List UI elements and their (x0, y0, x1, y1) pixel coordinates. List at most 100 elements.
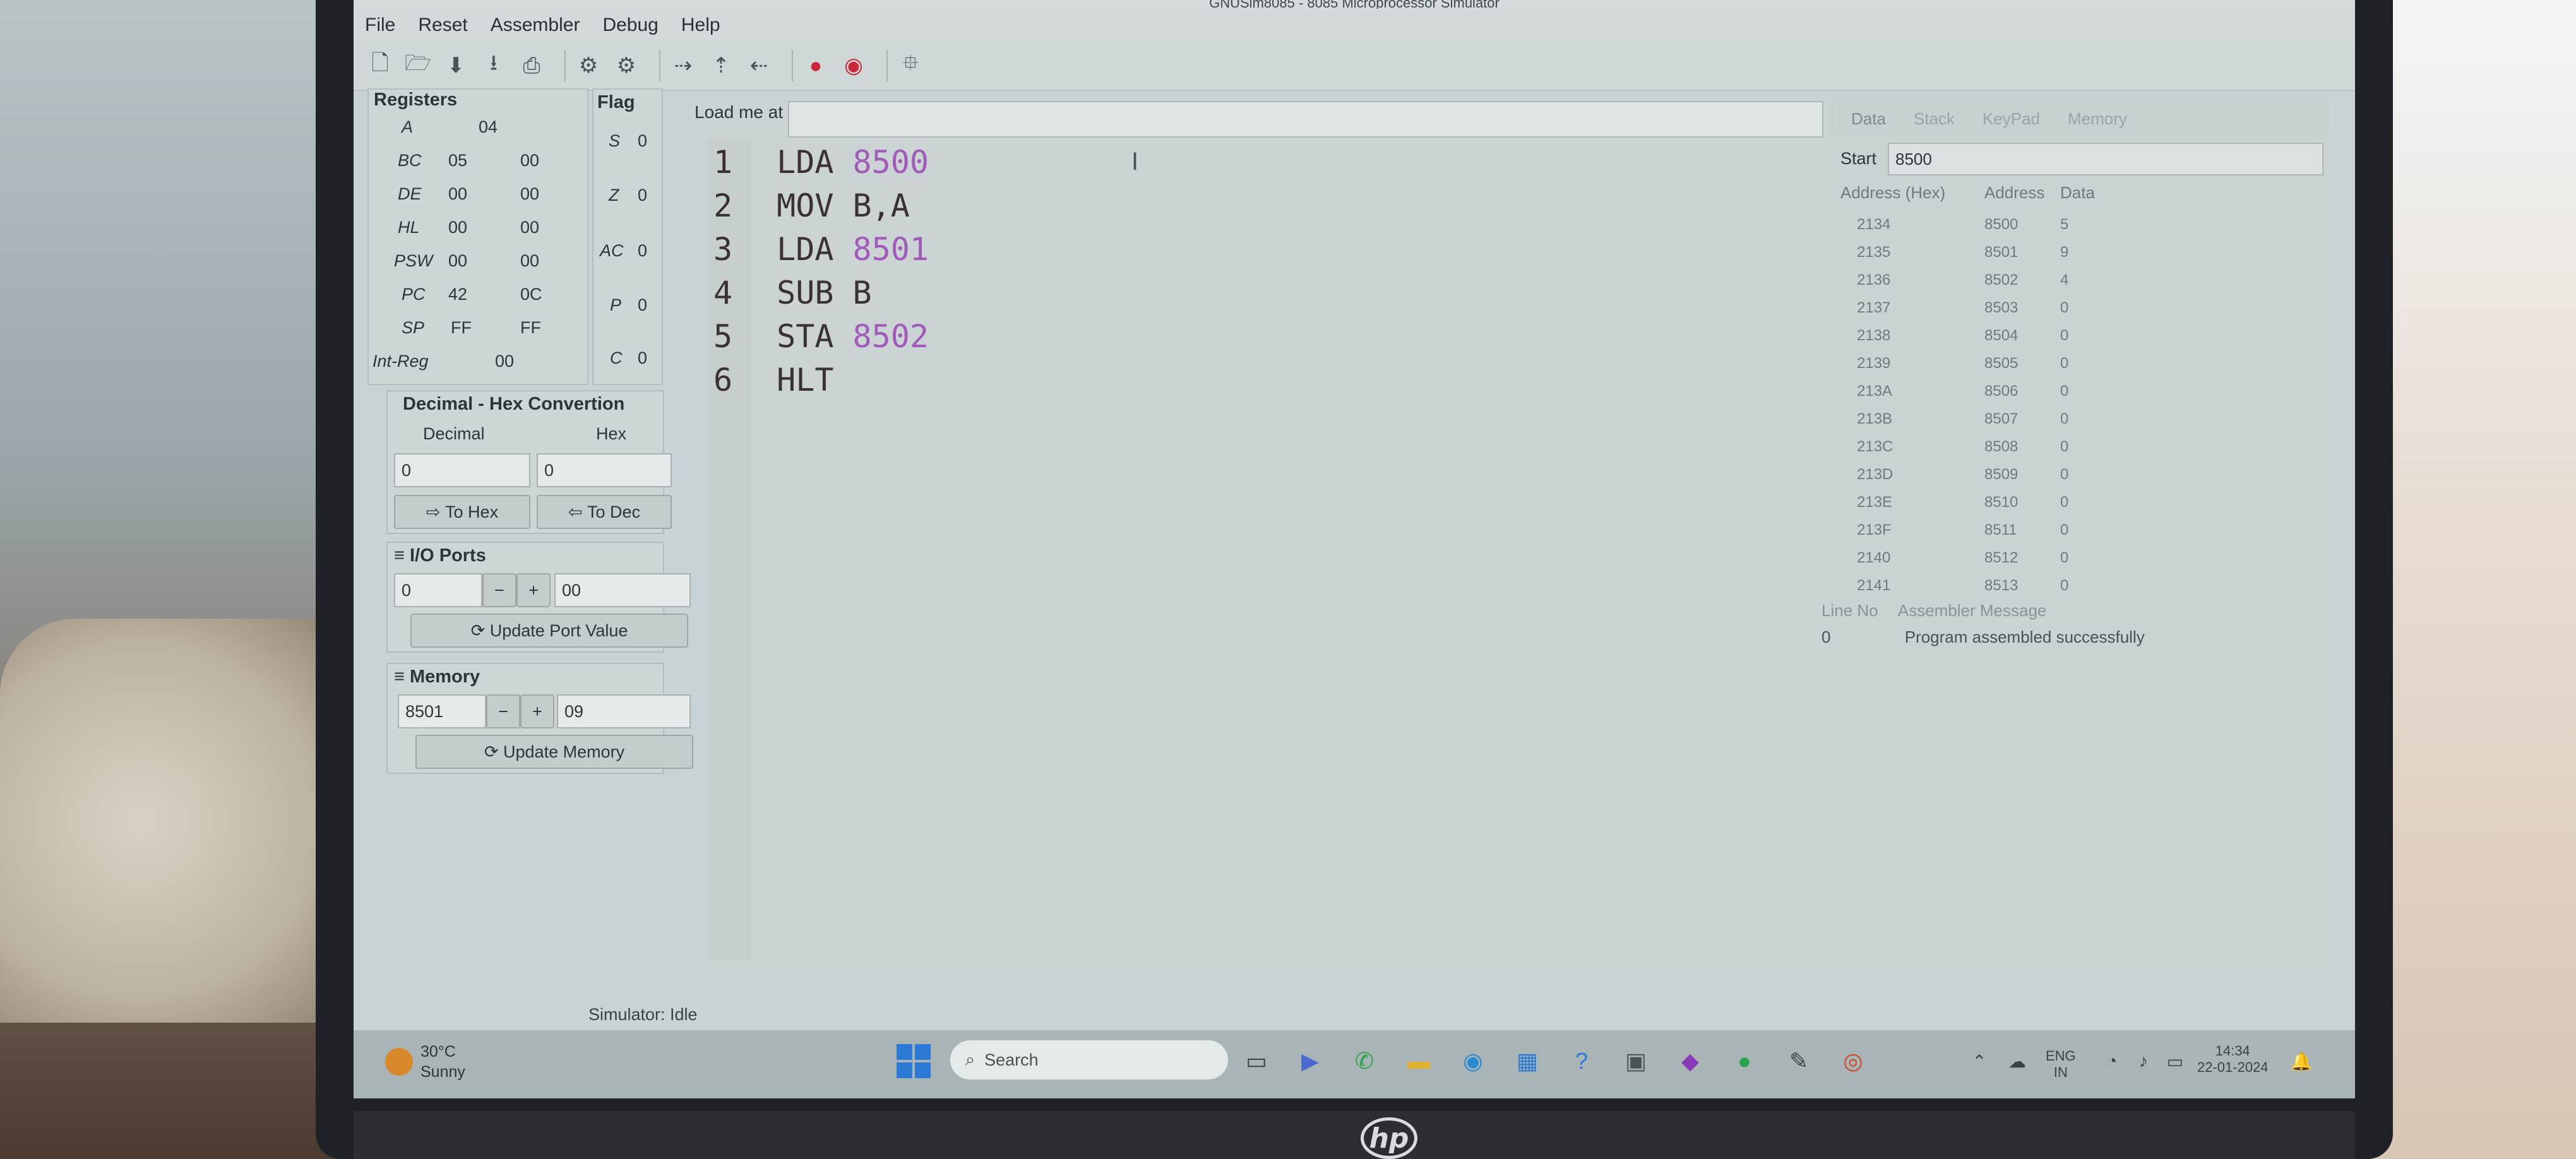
language-indicator[interactable]: ENG IN (2046, 1048, 2076, 1081)
update-memory-button[interactable]: ⟳ Update Memory (415, 735, 693, 769)
clock[interactable]: 14:34 22-01-2024 (2197, 1043, 2269, 1076)
step-out-icon[interactable]: ⇠ (745, 52, 773, 80)
chevron-up-icon[interactable]: ⌃ (1964, 1045, 1995, 1077)
weather-widget[interactable]: 30°C Sunny (385, 1043, 499, 1087)
cell-hex-address: 2139 (1857, 355, 1891, 372)
table-row[interactable]: 2136 8502 4 (1840, 271, 2323, 299)
meet-icon[interactable]: ▶ (1294, 1045, 1326, 1077)
breakpoint-icon[interactable]: ● (802, 52, 830, 80)
toolbar-separator (564, 50, 566, 81)
edge-icon[interactable]: ◉ (1457, 1045, 1489, 1077)
open-file-icon[interactable]: 🗁 (404, 51, 432, 80)
memory-increment-button[interactable]: + (520, 694, 554, 728)
step-in-icon[interactable]: ⇢ (669, 52, 697, 80)
arrow-left-icon: ⇦ (568, 502, 588, 521)
whatsapp-icon[interactable]: ✆ (1349, 1045, 1380, 1077)
cell-address: 8501 (1984, 244, 2018, 261)
menu-debug[interactable]: Debug (591, 15, 669, 36)
tab-data[interactable]: Data (1837, 98, 1900, 136)
table-row[interactable]: 2138 8504 0 (1840, 327, 2323, 355)
table-row[interactable]: 213E 8510 0 (1840, 494, 2323, 521)
code-editor[interactable] (707, 95, 1850, 978)
start-label: Start (1840, 149, 1877, 168)
execute-icon[interactable]: ⚙ (612, 52, 640, 80)
code-line[interactable]: 6 HLT (713, 362, 833, 398)
menu-file[interactable]: File (354, 15, 407, 36)
register-value-high: FF (451, 318, 472, 337)
assemble-icon[interactable]: ⚙ (575, 52, 602, 80)
line-number: 5 (713, 318, 733, 355)
menu-lines-icon: ≡ (394, 667, 410, 687)
app-icon[interactable]: ▦ (1512, 1045, 1543, 1077)
chrome-icon[interactable]: ◎ (1837, 1045, 1869, 1077)
column-header: Address (1984, 183, 2045, 202)
port-increment-button[interactable]: + (516, 573, 551, 607)
memory-decrement-button[interactable]: − (486, 694, 520, 728)
cell-data: 0 (2060, 355, 2069, 372)
laptop-base (354, 1111, 2355, 1159)
operand: B (852, 275, 872, 311)
port-number-field[interactable]: 0 (394, 573, 482, 607)
simulator-app-icon[interactable]: ✎ (1783, 1045, 1815, 1077)
cell-data: 0 (2060, 466, 2069, 483)
help-icon[interactable]: ? (1566, 1045, 1597, 1077)
start-address-input[interactable]: 8500 (1888, 143, 2323, 175)
cell-address: 8510 (1984, 494, 2018, 511)
code-line[interactable]: 4 SUB B (713, 275, 872, 311)
start-button[interactable] (897, 1044, 931, 1078)
table-row[interactable]: 2134 8500 5 (1840, 216, 2323, 244)
code-line[interactable]: 3 LDA 8501 (713, 231, 929, 268)
decimal-input[interactable]: 0 (394, 453, 530, 487)
to-dec-button[interactable]: ⇦ To Dec (537, 495, 672, 529)
save-as-icon[interactable]: ⭳ (480, 51, 508, 80)
table-row[interactable]: 2140 8512 0 (1840, 549, 2323, 577)
hex-input[interactable]: 0 (537, 453, 672, 487)
cat-app-icon[interactable]: ◆ (1674, 1045, 1706, 1077)
code-line[interactable]: 2 MOV B,A (713, 187, 910, 224)
tab-memory[interactable]: Memory (2054, 98, 2141, 136)
port-value-field[interactable]: 00 (554, 573, 691, 607)
volume-icon[interactable]: ♪ (2128, 1045, 2159, 1077)
notification-bell-icon[interactable]: 🔔 (2286, 1045, 2317, 1077)
operand: 8500 (852, 144, 929, 181)
memory-address-field[interactable]: 8501 (398, 694, 486, 728)
table-row[interactable]: 213D 8509 0 (1840, 466, 2323, 494)
to-hex-button[interactable]: ⇨ To Hex (394, 495, 530, 529)
port-decrement-button[interactable]: − (482, 573, 516, 607)
save-icon[interactable]: ⬇ (442, 52, 470, 80)
onedrive-icon[interactable]: ☁ (2001, 1045, 2033, 1077)
menu-assembler[interactable]: Assembler (479, 15, 592, 36)
stop-icon[interactable]: ⯐ (897, 51, 924, 80)
code-line[interactable]: 1 LDA 8500 (713, 144, 929, 181)
tab-stack[interactable]: Stack (1900, 98, 1969, 136)
message-row[interactable]: 0 Program assembled successfully (1822, 627, 2145, 647)
register-value-low: 00 (520, 151, 540, 170)
load-address-input[interactable] (788, 101, 1823, 138)
table-row[interactable]: 213A 8506 0 (1840, 383, 2323, 410)
update-port-button[interactable]: ⟳ Update Port Value (410, 614, 688, 648)
menu-reset[interactable]: Reset (407, 15, 479, 36)
table-row[interactable]: 2139 8505 0 (1840, 355, 2323, 383)
tab-keypad[interactable]: KeyPad (1969, 98, 2054, 136)
new-file-icon[interactable]: 🗋 (366, 51, 394, 80)
menu-help[interactable]: Help (670, 15, 732, 36)
battery-icon[interactable]: ▭ (2159, 1045, 2191, 1077)
memory-value-field[interactable]: 09 (557, 694, 691, 728)
register-value-low: FF (520, 318, 541, 337)
file-explorer-icon[interactable]: ▬ (1403, 1045, 1434, 1077)
table-row[interactable]: 213B 8507 0 (1840, 410, 2323, 438)
clear-breakpoints-icon[interactable]: ◉ (840, 52, 868, 80)
cell-hex-address: 213C (1857, 438, 1893, 455)
table-row[interactable]: 2135 8501 9 (1840, 244, 2323, 271)
code-line[interactable]: 5 STA 8502 (713, 318, 929, 355)
print-icon[interactable]: ⎙ (518, 52, 546, 80)
table-row[interactable]: 2137 8503 0 (1840, 299, 2323, 327)
spotify-icon[interactable]: ● (1729, 1045, 1760, 1077)
step-over-icon[interactable]: ⇡ (707, 52, 735, 80)
taskbar-search[interactable]: ⌕ Search (950, 1040, 1228, 1079)
table-row[interactable]: 213C 8508 0 (1840, 438, 2323, 466)
store-icon[interactable]: ▣ (1620, 1045, 1652, 1077)
wifi-icon[interactable]: ◔ (2096, 1045, 2128, 1077)
table-row[interactable]: 213F 8511 0 (1840, 521, 2323, 549)
task-view-icon[interactable]: ▭ (1241, 1045, 1272, 1077)
